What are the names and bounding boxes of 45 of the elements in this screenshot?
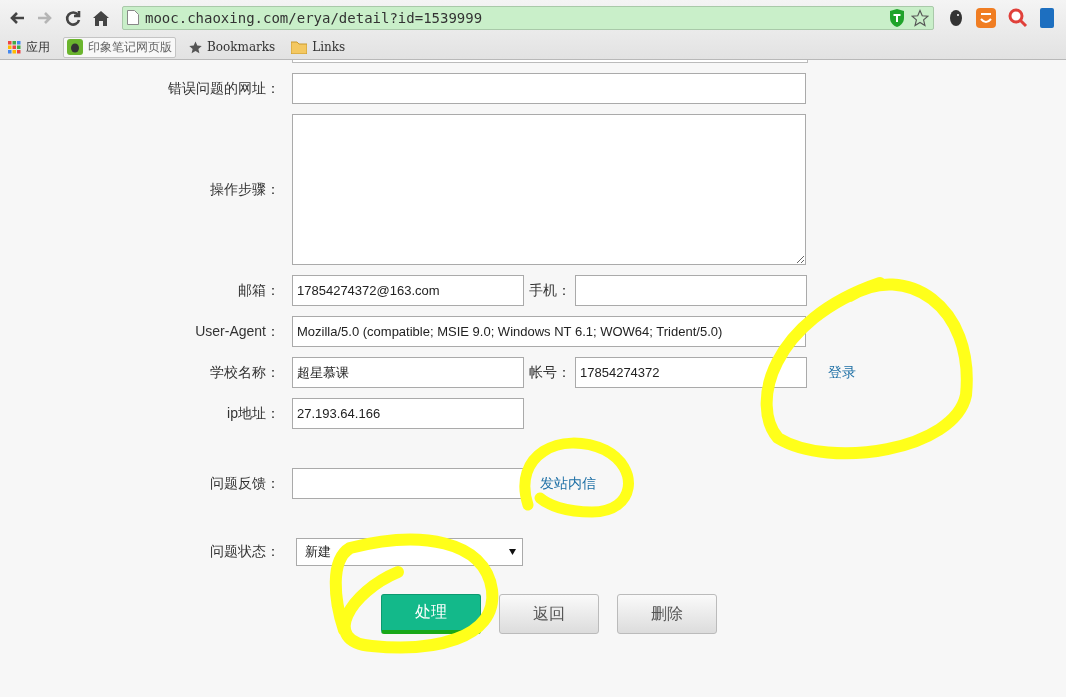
field-label: 操作步骤： (209, 180, 281, 199)
bookmark-item[interactable]: 印象笔记网页版 (63, 36, 176, 58)
window-icon[interactable] (1040, 7, 1054, 28)
elephant-icon[interactable] (948, 8, 964, 27)
star-outline-icon[interactable] (911, 8, 929, 27)
field-label: 帐号： (527, 363, 572, 382)
text-field[interactable] (292, 73, 806, 104)
address-bar[interactable]: mooc.chaoxing.com/erya/detail?id=1539999 (122, 5, 934, 30)
text-field[interactable] (292, 60, 808, 63)
elephant-icon (67, 39, 83, 55)
secondary-button[interactable]: 返回 (499, 594, 599, 634)
star-icon (189, 40, 202, 54)
text-field[interactable]: Mozilla/5.0 (compatible; MSIE 9.0; Windows NT 6.1; WOW64; Trident/5.0) (292, 316, 806, 347)
reload-icon (65, 9, 81, 26)
field-label: 手机： (527, 281, 572, 300)
shield-icon[interactable] (889, 8, 905, 27)
forward-icon (36, 11, 52, 24)
field-label: 邮箱： (237, 281, 281, 300)
text-field[interactable]: 超星慕课 (292, 357, 524, 388)
bookmark-item[interactable]: Links (288, 39, 349, 55)
field-label: ip地址： (226, 404, 281, 423)
text-field[interactable]: 27.193.64.166 (292, 398, 524, 429)
text-link[interactable]: 发站内信 (540, 474, 596, 493)
secondary-button[interactable]: 删除 (617, 594, 717, 634)
field-label: 错误问题的网址： (167, 79, 281, 98)
text-field[interactable] (575, 275, 807, 306)
url-text: mooc.chaoxing.com/erya/detail?id=1539999 (145, 9, 484, 26)
bookmark-item[interactable]: Bookmarks (186, 39, 279, 55)
text-field[interactable]: 17854274372@163.com (292, 275, 524, 306)
field-label: User-Agent： (194, 322, 281, 341)
smiley-icon[interactable] (976, 7, 996, 28)
dropdown-arrow-icon (509, 549, 516, 555)
back-icon (10, 11, 26, 24)
home-icon (93, 10, 109, 26)
apps-grid-icon (8, 40, 21, 54)
field-label: 问题反馈： (209, 474, 281, 493)
folder-icon (291, 40, 308, 54)
magnifier-icon[interactable] (1008, 7, 1028, 28)
text-field[interactable] (292, 468, 524, 499)
field-label: 学校名称： (209, 363, 281, 382)
field-label: 问题状态： (209, 543, 281, 561)
bookmark-item[interactable]: 应用 (5, 37, 53, 57)
text-link[interactable]: 登录 (828, 363, 856, 382)
text-field[interactable]: 17854274372 (575, 357, 807, 388)
page-icon (127, 10, 139, 25)
